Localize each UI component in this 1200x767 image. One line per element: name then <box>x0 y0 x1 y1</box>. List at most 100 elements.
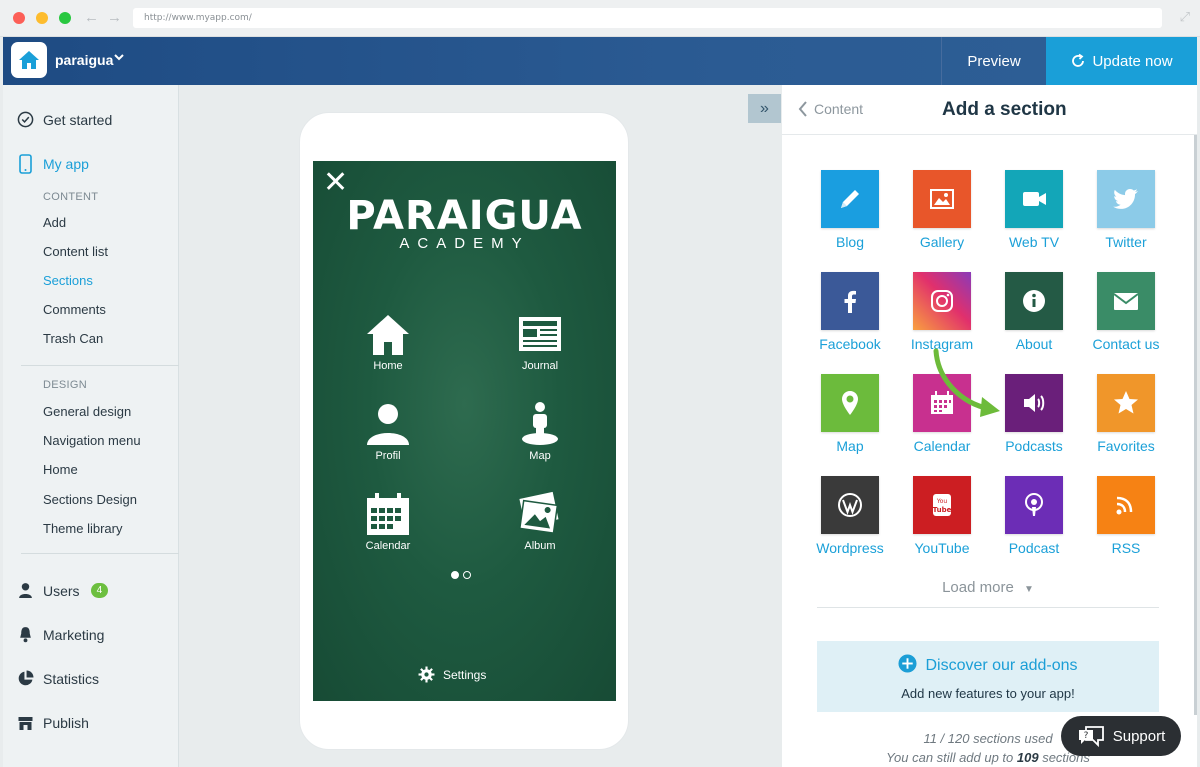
page-dot-active[interactable] <box>451 571 459 579</box>
support-label: Support <box>1112 727 1166 745</box>
sidebar-item-label: Publish <box>43 715 89 731</box>
sidebar-item-label: Statistics <box>43 670 100 687</box>
chevron-left-icon <box>798 101 807 117</box>
section-tile-about[interactable]: About <box>990 272 1078 352</box>
sidebar-item-theme-library[interactable]: Theme library <box>43 521 122 536</box>
sidebar-item-marketing[interactable]: Marketing <box>17 626 104 643</box>
caret-down-icon: ▼ <box>1023 584 1034 595</box>
sidebar-item-add[interactable]: Add <box>43 215 66 230</box>
phone-menu-label: Map <box>529 450 551 462</box>
section-tile-map[interactable]: Map <box>806 374 894 454</box>
sidebar-item-content-list[interactable]: Content list <box>43 244 108 259</box>
sidebar-item-navigation-menu[interactable]: Navigation menu <box>43 433 141 448</box>
tile-icon-box <box>1097 170 1155 228</box>
collapse-panel-button[interactable]: » <box>748 94 781 123</box>
minimize-window-button[interactable] <box>36 12 48 24</box>
svg-text:You: You <box>936 498 948 505</box>
address-bar[interactable]: http://www.myapp.com/ <box>133 8 1162 28</box>
phone-screen: ✕ PARAIGUA ACADEMY Home Journal Profil M… <box>313 161 616 701</box>
phone-menu-calendar[interactable]: Calendar <box>338 491 438 552</box>
tile-icon-box <box>913 170 971 228</box>
svg-text:Tube: Tube <box>933 506 952 514</box>
forward-arrow-icon[interactable]: → <box>107 9 122 26</box>
section-tile-twitter[interactable]: Twitter <box>1082 170 1170 250</box>
fullscreen-icon[interactable]: ⤢ <box>1180 9 1190 25</box>
tile-icon-box <box>1097 272 1155 330</box>
plus-circle-icon <box>898 654 917 673</box>
sidebar-item-trash-can[interactable]: Trash Can <box>43 331 103 346</box>
wordpress-icon <box>838 493 862 517</box>
section-tile-gallery[interactable]: Gallery <box>898 170 986 250</box>
phone-menu-map[interactable]: Map <box>490 401 590 462</box>
page-indicator <box>451 571 471 579</box>
addons-title[interactable]: Discover our add-ons <box>925 657 1077 674</box>
sidebar-item-get-started[interactable]: Get started <box>17 111 112 128</box>
preview-button[interactable]: Preview <box>941 37 1046 85</box>
close-window-button[interactable] <box>13 12 25 24</box>
section-tile-youtube[interactable]: You Tube YouTube <box>898 476 986 556</box>
svg-text:?: ? <box>1083 731 1088 741</box>
section-tile-podcast[interactable]: Podcast <box>990 476 1078 556</box>
star-icon <box>1114 391 1138 414</box>
phone-menu-label: Home <box>373 360 403 372</box>
tile-label: YouTube <box>914 540 970 556</box>
app-logo[interactable] <box>11 42 47 78</box>
facebook-icon <box>844 290 856 313</box>
section-tile-wordpress[interactable]: Wordpress <box>806 476 894 556</box>
support-button[interactable]: ? Support <box>1061 716 1181 756</box>
section-tile-favorites[interactable]: Favorites <box>1082 374 1170 454</box>
update-now-label: Update now <box>1092 52 1173 70</box>
page-dot[interactable] <box>463 571 471 579</box>
sidebar-item-general-design[interactable]: General design <box>43 404 131 419</box>
sidebar-item-my-app[interactable]: My app <box>17 154 89 174</box>
brand-subtitle: ACADEMY <box>399 235 530 252</box>
addons-banner[interactable]: Discover our add-ons Add new features to… <box>817 641 1159 712</box>
section-tile-rss[interactable]: RSS <box>1082 476 1170 556</box>
browser-chrome: ← → http://www.myapp.com/ ⤢ <box>0 0 1200 37</box>
phone-menu-album[interactable]: Album <box>490 491 590 552</box>
store-icon <box>18 717 33 730</box>
users-count-badge: 4 <box>90 583 109 598</box>
chevron-down-icon[interactable] <box>113 51 125 66</box>
content-heading: CONTENT <box>43 191 99 203</box>
add-section-panel: Content Add a section Blog Gallery Web TV T… <box>782 85 1197 767</box>
panel-scrollbar[interactable] <box>1194 135 1197 715</box>
back-arrow-icon[interactable]: ← <box>84 9 99 26</box>
sidebar-item-publish[interactable]: Publish <box>17 715 89 731</box>
phone-menu-home[interactable]: Home <box>338 311 438 372</box>
tile-label: Web TV <box>1008 234 1060 250</box>
gear-icon <box>418 666 435 683</box>
info-icon <box>1023 290 1045 312</box>
tile-icon-box <box>1005 476 1063 534</box>
phone-menu-journal[interactable]: Journal <box>490 311 590 372</box>
phone-settings[interactable]: Settings <box>418 666 486 683</box>
guide-arrow-icon <box>933 348 1000 417</box>
load-more-button[interactable]: Load more ▼ <box>817 579 1159 608</box>
sidebar-item-sections-design[interactable]: Sections Design <box>43 492 137 507</box>
envelope-icon <box>1113 293 1139 310</box>
tile-icon-box <box>1005 272 1063 330</box>
app-name[interactable]: paraigua <box>55 52 113 68</box>
pie-chart-icon <box>18 670 34 686</box>
design-heading: DESIGN <box>43 379 87 391</box>
section-tile-instagram[interactable]: Instagram <box>898 272 986 352</box>
section-tile-facebook[interactable]: Facebook <box>806 272 894 352</box>
instagram-icon <box>931 290 953 312</box>
sidebar-item-sections[interactable]: Sections <box>43 273 93 288</box>
maximize-window-button[interactable] <box>59 12 71 24</box>
brand-title: PARAIGUA <box>346 193 583 239</box>
sidebar-item-users[interactable]: Users 4 <box>17 582 109 599</box>
section-tile-web-tv[interactable]: Web TV <box>990 170 1078 250</box>
section-tile-blog[interactable]: Blog <box>806 170 894 250</box>
back-to-content-link[interactable]: Content <box>798 101 863 117</box>
sidebar-item-comments[interactable]: Comments <box>43 302 106 317</box>
section-tile-contact-us[interactable]: Contact us <box>1082 272 1170 352</box>
sidebar-item-statistics[interactable]: Statistics <box>17 670 99 687</box>
sidebar: Get started My app CONTENT Add Content l… <box>3 85 179 767</box>
update-now-button[interactable]: Update now <box>1046 37 1197 85</box>
phone-menu-label: Calendar <box>365 540 411 552</box>
phone-menu-profil[interactable]: Profil <box>338 401 438 462</box>
sidebar-item-home[interactable]: Home <box>43 462 78 477</box>
tile-icon-box <box>821 272 879 330</box>
top-bar: paraigua Preview Update now <box>3 37 1197 85</box>
